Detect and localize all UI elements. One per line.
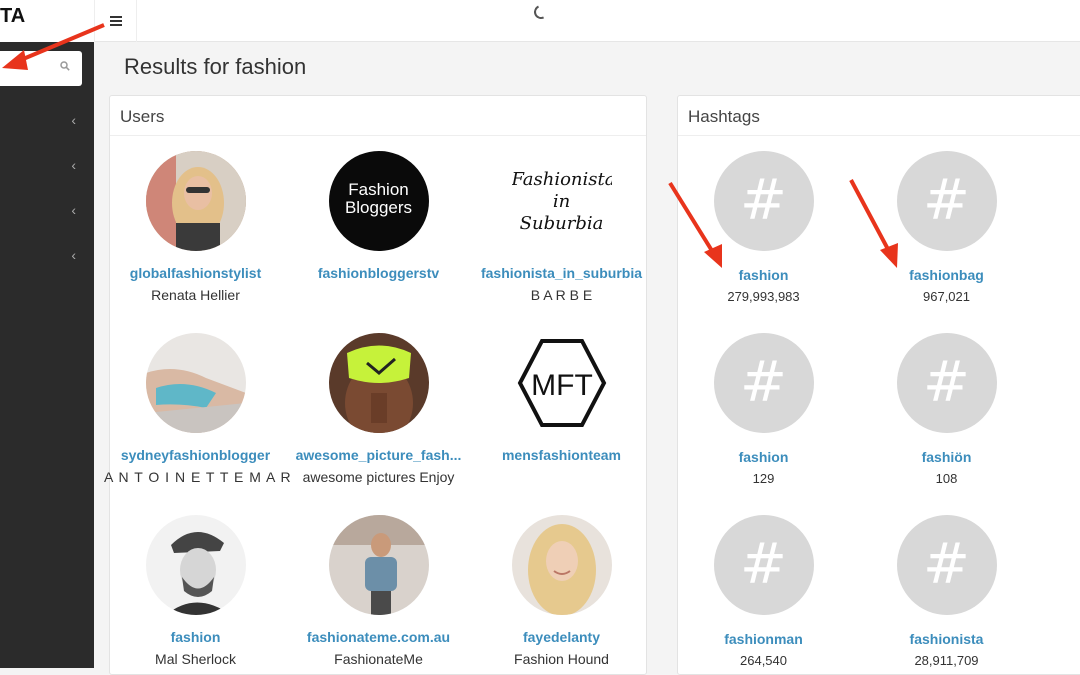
- annotation-arrow: [2, 23, 105, 70]
- annotation-arrow: [668, 181, 722, 268]
- annotation-arrow: [849, 179, 898, 268]
- annotation-arrows: [2, 23, 898, 268]
